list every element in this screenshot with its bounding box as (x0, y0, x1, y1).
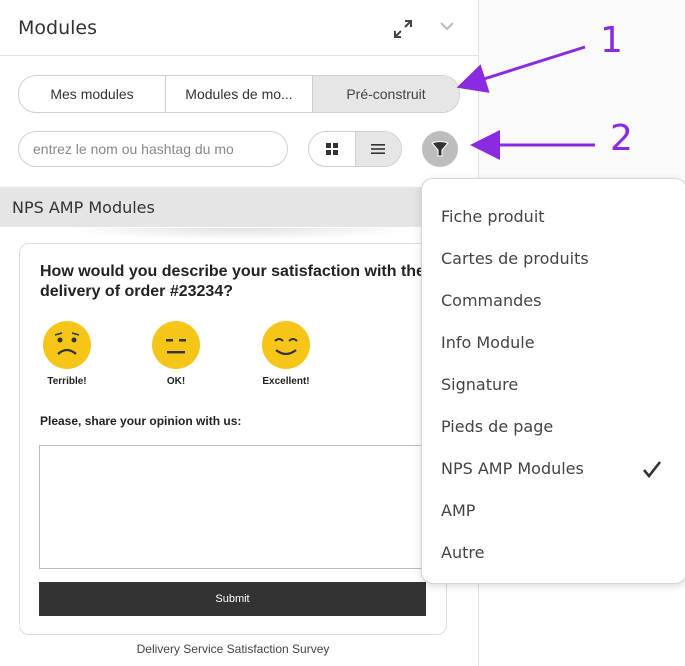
annotation-arrow-1 (456, 45, 586, 93)
annotation-number-1: 1 (600, 20, 623, 61)
annotation-arrows (456, 45, 595, 160)
annotation-number-2: 2 (610, 118, 633, 159)
